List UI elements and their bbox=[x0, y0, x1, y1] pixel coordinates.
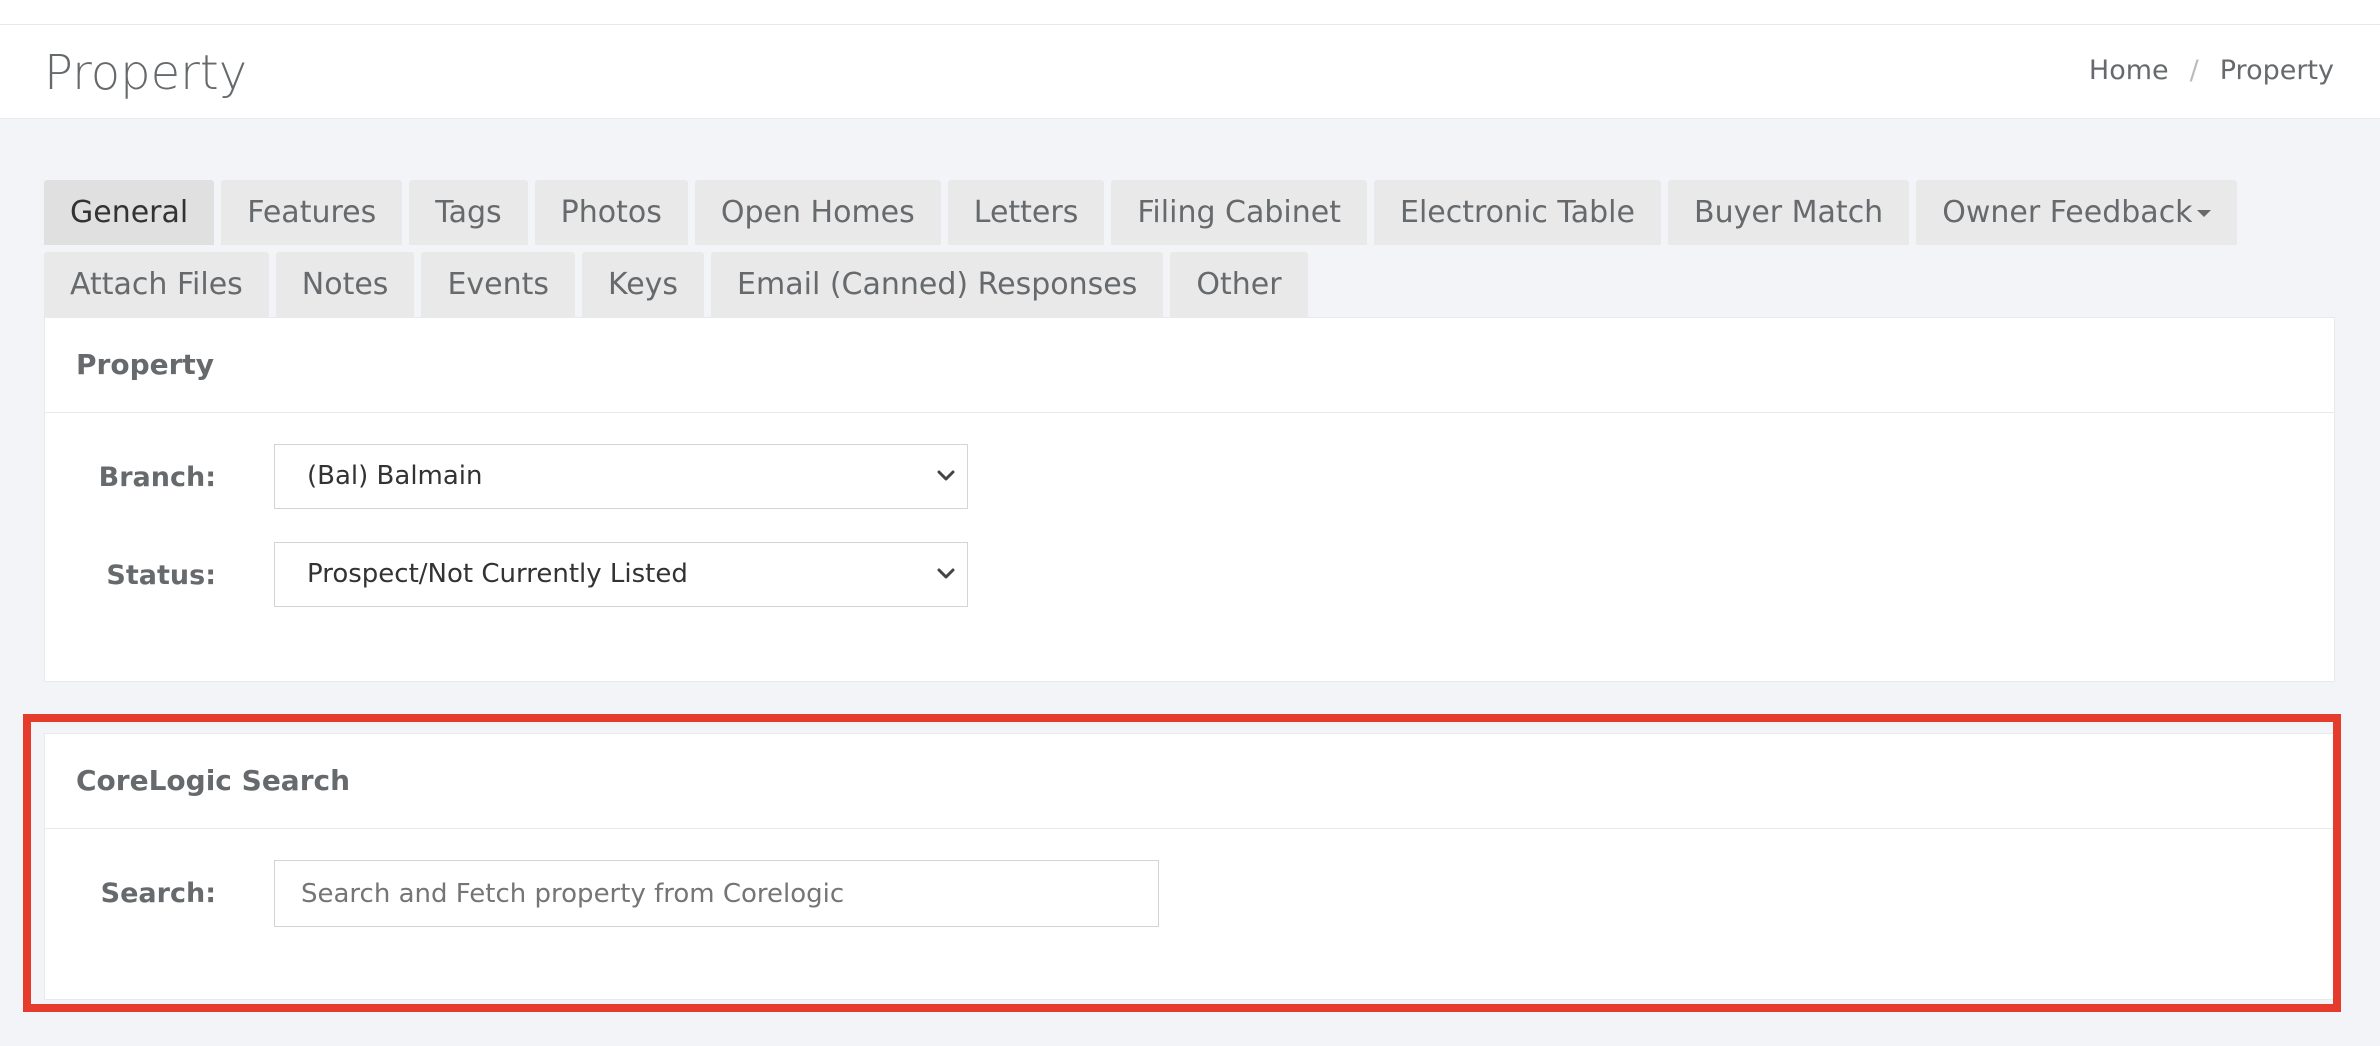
property-panel-title: Property bbox=[45, 318, 2334, 413]
tab-label: Tags bbox=[435, 195, 502, 230]
tab-owner-feedback[interactable]: Owner Feedback bbox=[1916, 180, 2237, 245]
tab-label: Open Homes bbox=[720, 195, 915, 230]
tab-label: Events bbox=[447, 267, 550, 302]
tab-label: Keys bbox=[608, 267, 679, 302]
tab-label: General bbox=[70, 195, 189, 230]
status-label: Status: bbox=[106, 560, 216, 591]
breadcrumb-separator: / bbox=[2189, 55, 2199, 86]
tab-label: Email (Canned) Responses bbox=[737, 267, 1138, 302]
tab-features[interactable]: Features bbox=[221, 180, 403, 245]
breadcrumb-current: Property bbox=[2219, 55, 2334, 86]
tab-tags[interactable]: Tags bbox=[409, 180, 528, 245]
tab-open-homes[interactable]: Open Homes bbox=[694, 180, 941, 245]
search-row: Search: bbox=[45, 860, 2334, 927]
tab-label: Attach Files bbox=[70, 267, 243, 302]
tab-electronic-table[interactable]: Electronic Table bbox=[1373, 180, 1661, 245]
tab-label: Buyer Match bbox=[1693, 195, 1884, 230]
search-label: Search: bbox=[100, 878, 216, 909]
tab-letters[interactable]: Letters bbox=[947, 180, 1105, 245]
tab-label: Owner Feedback bbox=[1942, 195, 2193, 230]
chevron-down-icon bbox=[937, 568, 955, 579]
caret-down-icon bbox=[2196, 210, 2211, 217]
corelogic-panel-title: CoreLogic Search bbox=[45, 734, 2334, 829]
tab-other[interactable]: Other bbox=[1170, 252, 1308, 317]
page-title: Property bbox=[44, 45, 248, 101]
tab-label: Photos bbox=[560, 195, 662, 230]
tab-label: Features bbox=[247, 195, 377, 230]
breadcrumb: Home / Property bbox=[2089, 51, 2334, 91]
tab-label: Filing Cabinet bbox=[1137, 195, 1341, 230]
branch-row: Branch: (Bal) Balmain bbox=[45, 444, 2334, 511]
tab-general[interactable]: General bbox=[44, 180, 215, 245]
branch-select[interactable]: (Bal) Balmain bbox=[274, 444, 968, 509]
tab-keys[interactable]: Keys bbox=[582, 252, 705, 317]
status-selected-value: Prospect/Not Currently Listed bbox=[307, 559, 688, 589]
tab-email-canned-responses[interactable]: Email (Canned) Responses bbox=[711, 252, 1164, 317]
page-header: Property Home / Property bbox=[0, 25, 2380, 119]
chevron-down-icon bbox=[937, 470, 955, 481]
breadcrumb-home-link[interactable]: Home bbox=[2089, 51, 2169, 91]
property-panel: Property Branch: (Bal) Balmain Status: P… bbox=[44, 317, 2335, 682]
tab-attach-files[interactable]: Attach Files bbox=[44, 252, 269, 317]
tab-events[interactable]: Events bbox=[421, 252, 576, 317]
branch-selected-value: (Bal) Balmain bbox=[307, 461, 483, 491]
tab-label: Notes bbox=[301, 267, 389, 302]
tab-bar: General Features Tags Photos Open Homes … bbox=[44, 180, 2344, 317]
status-row: Status: Prospect/Not Currently Listed bbox=[45, 542, 2334, 609]
tab-label: Electronic Table bbox=[1399, 195, 1635, 230]
tab-photos[interactable]: Photos bbox=[534, 180, 688, 245]
tab-notes[interactable]: Notes bbox=[275, 252, 415, 317]
tab-filing-cabinet[interactable]: Filing Cabinet bbox=[1111, 180, 1367, 245]
tab-label: Letters bbox=[973, 195, 1079, 230]
branch-label: Branch: bbox=[98, 462, 216, 493]
tab-label: Other bbox=[1196, 267, 1282, 302]
corelogic-search-input[interactable] bbox=[274, 860, 1159, 927]
top-bar bbox=[0, 0, 2380, 25]
status-select[interactable]: Prospect/Not Currently Listed bbox=[274, 542, 968, 607]
tab-buyer-match[interactable]: Buyer Match bbox=[1667, 180, 1910, 245]
corelogic-panel: CoreLogic Search Search: bbox=[44, 733, 2335, 1000]
